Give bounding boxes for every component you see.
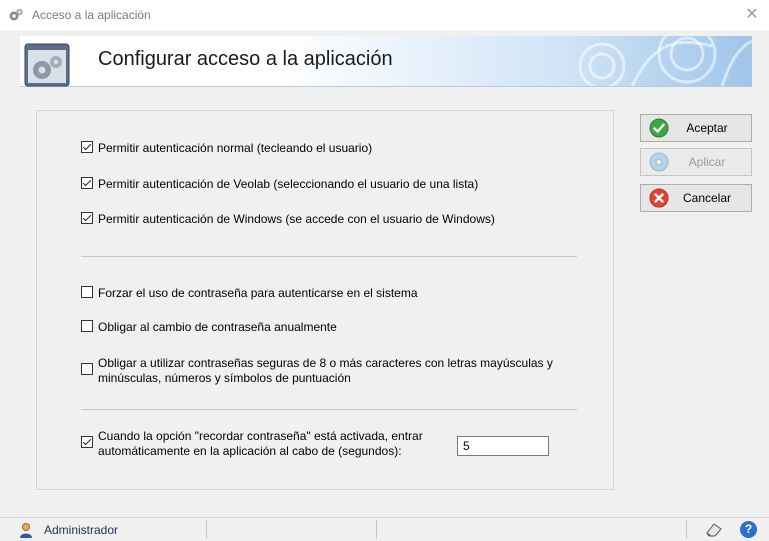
secure-passwords-option[interactable]: Obligar a utilizar contraseñas seguras d…: [81, 356, 553, 386]
remember-password-line2: automáticamente en la aplicación al cabo…: [98, 444, 402, 458]
cancel-icon: [649, 188, 669, 208]
auth-windows-checkbox[interactable]: [81, 212, 93, 224]
page-title: Configurar acceso a la aplicación: [98, 48, 393, 70]
remember-password-line1: Cuando la opción "recordar contraseña" e…: [98, 429, 423, 443]
secure-passwords-line1: Obligar a utilizar contraseñas seguras d…: [98, 356, 553, 370]
decorative-swirl: [578, 36, 752, 86]
remember-password-label: Cuando la opción "recordar contraseña" e…: [98, 429, 423, 459]
status-divider: [686, 520, 687, 539]
auth-windows-label: Permitir autenticación de Windows (se ac…: [98, 212, 495, 226]
cancel-label: Cancelar: [682, 191, 732, 205]
divider: [81, 409, 577, 410]
annual-change-label: Obligar al cambio de contraseña anualmen…: [98, 320, 337, 334]
auth-normal-checkbox[interactable]: [81, 141, 93, 153]
auth-veolab-option[interactable]: Permitir autenticación de Veolab (selecc…: [81, 177, 478, 192]
eraser-icon[interactable]: [705, 521, 723, 538]
accept-label: Aceptar: [686, 121, 728, 135]
window-title: Acceso a la aplicación: [32, 8, 151, 22]
current-user: Administrador: [44, 523, 119, 537]
settings-window-icon: [24, 43, 70, 87]
auth-normal-option[interactable]: Permitir autenticación normal (tecleando…: [81, 141, 372, 156]
annual-change-checkbox[interactable]: [81, 320, 93, 332]
remember-password-option[interactable]: Cuando la opción "recordar contraseña" e…: [81, 429, 423, 459]
accept-button[interactable]: Aceptar: [640, 114, 752, 142]
cancel-button[interactable]: Cancelar: [640, 184, 752, 212]
header-banner: Configurar acceso a la aplicación: [20, 36, 752, 87]
auth-veolab-label: Permitir autenticación de Veolab (selecc…: [98, 177, 479, 191]
secure-passwords-line2: minúsculas, números y símbolos de puntua…: [98, 371, 351, 385]
title-bar: Acceso a la aplicación ✕: [0, 0, 769, 30]
secure-passwords-checkbox[interactable]: [81, 363, 93, 375]
auth-windows-option[interactable]: Permitir autenticación de Windows (se ac…: [81, 212, 495, 227]
seconds-input[interactable]: 5: [457, 436, 549, 456]
auth-normal-label: Permitir autenticación normal (tecleando…: [98, 141, 373, 155]
help-icon[interactable]: ?: [740, 521, 757, 538]
close-icon[interactable]: ✕: [743, 6, 761, 24]
force-password-label: Forzar el uso de contraseña para autenti…: [98, 286, 418, 300]
secure-passwords-label: Obligar a utilizar contraseñas seguras d…: [98, 356, 553, 386]
auth-veolab-checkbox[interactable]: [81, 177, 93, 189]
options-panel: Permitir autenticación normal (tecleando…: [36, 110, 614, 490]
divider: [81, 256, 577, 257]
gears-icon: [9, 8, 23, 21]
status-divider: [376, 520, 377, 539]
apply-label: Aplicar: [688, 155, 726, 169]
annual-change-option[interactable]: Obligar al cambio de contraseña anualmen…: [81, 320, 337, 335]
status-divider: [206, 520, 207, 539]
status-bar: Administrador ?: [0, 517, 769, 541]
check-icon: [649, 118, 669, 138]
disc-icon: [649, 152, 669, 172]
remember-password-checkbox[interactable]: [81, 436, 93, 448]
user-icon: [20, 523, 32, 538]
force-password-option[interactable]: Forzar el uso de contraseña para autenti…: [81, 286, 418, 301]
force-password-checkbox[interactable]: [81, 286, 93, 298]
apply-button[interactable]: Aplicar: [640, 148, 752, 176]
